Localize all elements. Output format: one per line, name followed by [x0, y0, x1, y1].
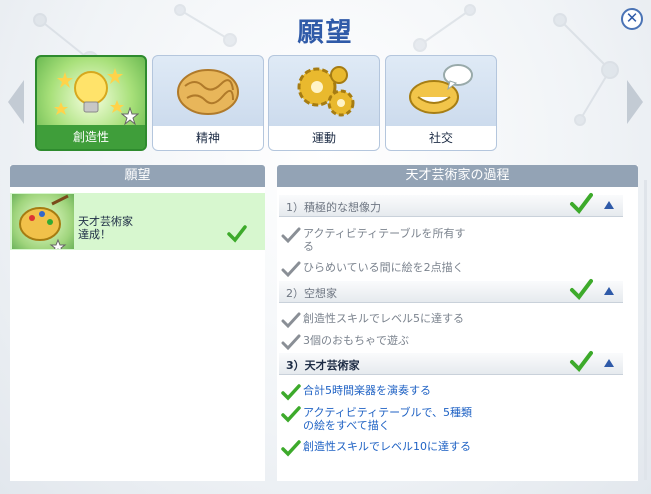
- checkmark-icon: [570, 351, 593, 373]
- goal-text: 3個のおもちゃで遊ぶ: [303, 334, 409, 347]
- previous-arrow-button[interactable]: [6, 78, 26, 126]
- checkmark-icon: [281, 334, 301, 351]
- goal-text: アクティビティテーブルで、5種類 の絵をすべて描く: [303, 406, 473, 432]
- scrollbar[interactable]: [644, 180, 647, 480]
- collapse-arrow-icon[interactable]: [604, 201, 614, 209]
- aspiration-item[interactable]: 天才芸術家 達成！: [10, 193, 265, 254]
- tab-label: 社交: [386, 126, 496, 150]
- goal-text: ひらめいている間に絵を2点描く: [303, 261, 464, 274]
- lightbulb-icon: [54, 68, 124, 115]
- goal-item: 3個のおもちゃで遊ぶ: [281, 334, 581, 351]
- milestone-header[interactable]: 3）天才芸術家: [279, 351, 623, 375]
- milestone-header[interactable]: 2）空想家: [279, 279, 623, 303]
- checkmark-icon: [281, 312, 301, 329]
- tab-social[interactable]: 社交: [385, 55, 497, 151]
- goal-item: アクティビティテーブルで、5種類 の絵をすべて描く: [281, 406, 581, 432]
- aspirations-list: 天才芸術家 達成！: [10, 187, 265, 481]
- checkmark-icon: [281, 406, 301, 423]
- window-title: 願望: [297, 18, 354, 48]
- tab-mental[interactable]: 精神: [152, 55, 264, 151]
- goal-item: 合計5時間楽器を演奏する: [281, 384, 581, 401]
- milestone-label: 1）積極的な想像力: [286, 201, 381, 214]
- milestone-label: 3）天才芸術家: [286, 359, 360, 372]
- collapse-arrow-icon[interactable]: [604, 359, 614, 367]
- aspirations-panel: 願望 天才芸術家 達成！: [10, 165, 265, 481]
- milestone-label: 2）空想家: [286, 287, 337, 300]
- collapse-arrow-icon[interactable]: [604, 287, 614, 295]
- checkmark-icon: [570, 193, 593, 215]
- goal-item: アクティビティテーブルを所有す る: [281, 227, 581, 253]
- checkmark-icon: [570, 279, 593, 301]
- chevron-right-icon: [627, 80, 643, 124]
- goal-item: 創造性スキルでレベル10に達する: [281, 440, 581, 457]
- speech-mouth-icon: [409, 64, 473, 114]
- tab-creativity[interactable]: 創造性: [35, 55, 147, 151]
- goal-item: 創造性スキルでレベル5に達する: [281, 312, 581, 329]
- aspirations-header: 願望: [10, 165, 265, 187]
- aspiration-progress-panel: 天才芸術家の過程 1）積極的な想像力 アクティビティテーブルを所有す る ひらめ…: [277, 165, 638, 481]
- gears-icon: [297, 66, 355, 117]
- close-button[interactable]: ✕: [621, 8, 643, 30]
- checkmark-icon: [281, 227, 301, 244]
- tab-label: 精神: [153, 126, 263, 150]
- aspiration-status: 達成！: [78, 228, 111, 241]
- goal-text: 創造性スキルでレベル10に達する: [303, 440, 471, 453]
- tab-label: 運動: [269, 126, 379, 150]
- close-icon: ✕: [625, 9, 639, 27]
- goal-text: 合計5時間楽器を演奏する: [303, 384, 431, 397]
- checkmark-icon: [281, 261, 301, 278]
- goal-item: ひらめいている間に絵を2点描く: [281, 261, 581, 278]
- checkmark-icon: [281, 440, 301, 457]
- milestone-list: 1）積極的な想像力 アクティビティテーブルを所有す る ひらめいている間に絵を2…: [277, 187, 638, 481]
- checkmark-icon: [227, 225, 247, 243]
- tab-label: 創造性: [37, 125, 145, 149]
- next-arrow-button[interactable]: [625, 78, 645, 126]
- brain-icon: [177, 69, 239, 115]
- aspiration-progress-header: 天才芸術家の過程: [277, 165, 638, 187]
- goal-text: 創造性スキルでレベル5に達する: [303, 312, 464, 325]
- checkmark-icon: [281, 384, 301, 401]
- milestone-header[interactable]: 1）積極的な想像力: [279, 193, 623, 217]
- goal-text: アクティビティテーブルを所有す る: [303, 227, 466, 253]
- star-icon: [121, 107, 139, 125]
- tab-athletic[interactable]: 運動: [268, 55, 380, 151]
- palette-icon: [19, 194, 69, 254]
- chevron-left-icon: [8, 80, 24, 124]
